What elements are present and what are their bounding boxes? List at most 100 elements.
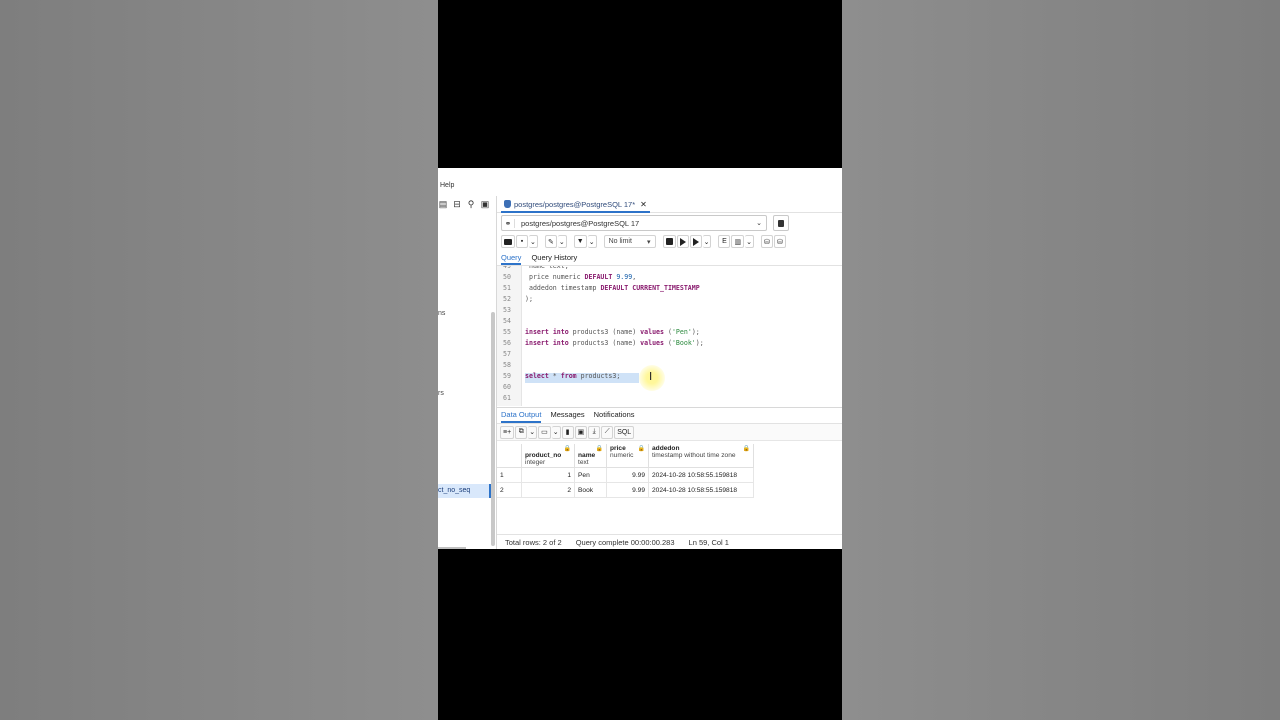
blurred-background-right: [842, 0, 1280, 720]
graph-icon: ⟋: [604, 428, 610, 435]
sql-button[interactable]: SQL: [614, 425, 635, 439]
row-number[interactable]: 1: [497, 467, 522, 483]
save-dropdown[interactable]: ⌄: [529, 235, 538, 248]
column-header-name[interactable]: 🔒 name text: [574, 444, 607, 468]
query-toolbar: ▪ ⌄ ✎ ⌄ ▼ ⌄ No limit ▾ ⌄ E ▥ ⌄ ⛁ ⛁: [501, 234, 786, 249]
download-button[interactable]: ⤓: [588, 425, 601, 439]
filter-icon: ▼: [576, 238, 584, 245]
lock-icon: 🔒: [742, 446, 750, 452]
browser-scrollbar[interactable]: [491, 312, 495, 546]
filter-rows-icon[interactable]: ⊟: [452, 199, 462, 209]
code-line[interactable]: select * from products3;: [525, 372, 620, 380]
row-limit-select[interactable]: No limit ▾: [603, 235, 656, 248]
rollback-button[interactable]: ⛁: [773, 235, 786, 248]
graph-button[interactable]: ⟋: [601, 425, 614, 439]
code-line[interactable]: insert into products3 (name) values ('Bo…: [525, 339, 704, 347]
chevron-down-icon: ⌄: [530, 238, 536, 246]
new-connection-button[interactable]: [773, 215, 789, 231]
row-number-header: [497, 444, 522, 468]
status-total-rows: Total rows: 2 of 2: [505, 538, 562, 547]
open-file-button[interactable]: [501, 235, 515, 248]
row-number[interactable]: 2: [497, 482, 522, 498]
code-line[interactable]: price numeric DEFAULT 9.99,: [525, 273, 636, 281]
chevron-down-icon: ⌄: [529, 429, 536, 436]
menu-help[interactable]: Help: [438, 182, 454, 194]
copy-button[interactable]: ⧉: [515, 425, 528, 439]
table-row[interactable]: 2 2 Book 9.99 2024-10-28 10:58:55.159818: [497, 482, 754, 498]
tab-data-output[interactable]: Data Output: [501, 408, 542, 423]
column-header-addedon[interactable]: 🔒 addedon timestamp without time zone: [648, 444, 754, 468]
text-cursor-icon: I: [649, 370, 653, 383]
close-icon[interactable]: ✕: [640, 200, 647, 209]
delete-button[interactable]: ▮: [561, 425, 574, 439]
psql-terminal-icon[interactable]: ▣: [480, 199, 490, 209]
sql-editor[interactable]: 49 name text, 50 price numeric DEFAULT 9.…: [497, 266, 842, 406]
connection-select[interactable]: ⚭ postgres/postgres@PostgreSQL 17 ⌄: [501, 215, 767, 231]
line-number: 50: [503, 273, 511, 281]
code-line[interactable]: insert into products3 (name) values ('Pe…: [525, 328, 700, 336]
tree-item[interactable]: ns: [438, 310, 445, 317]
execute-button[interactable]: [676, 235, 689, 248]
line-number: 54: [503, 317, 511, 325]
cell-product-no[interactable]: 1: [521, 467, 575, 483]
cell-name[interactable]: Book: [574, 482, 607, 498]
copy-dropdown[interactable]: ⌄: [528, 425, 538, 439]
tree-item[interactable]: rs: [438, 390, 444, 397]
save-icon: ▪: [520, 238, 524, 245]
tab-query-history[interactable]: Query History: [531, 252, 577, 265]
code-line[interactable]: name text,: [525, 266, 569, 270]
pencil-icon: ✎: [547, 238, 554, 246]
line-number: 52: [503, 295, 511, 303]
chevron-down-icon: ⌄: [558, 238, 565, 246]
line-number: 51: [503, 284, 511, 292]
execute-dropdown[interactable]: ⌄: [702, 235, 712, 248]
save-data-button[interactable]: ▣: [574, 425, 588, 439]
chart-icon: ▥: [734, 238, 742, 246]
browser-h-scrollbar[interactable]: [438, 547, 466, 549]
code-line[interactable]: );: [525, 295, 533, 303]
properties-icon[interactable]: ▤: [438, 199, 448, 209]
search-icon[interactable]: ⚲: [466, 199, 476, 209]
column-header-price[interactable]: 🔒 price numeric: [606, 444, 649, 468]
status-cursor-position: Ln 59, Col 1: [688, 538, 729, 547]
cell-addedon[interactable]: 2024-10-28 10:58:55.159818: [648, 482, 754, 498]
tab-query[interactable]: Query: [501, 252, 522, 265]
filter-button[interactable]: ▼: [573, 235, 587, 248]
cell-price[interactable]: 9.99: [606, 467, 649, 483]
line-number: 55: [503, 328, 511, 336]
filter-dropdown[interactable]: ⌄: [587, 235, 597, 248]
copy-icon: ⧉: [518, 428, 524, 435]
tab-messages[interactable]: Messages: [550, 408, 584, 423]
download-icon: ⤓: [592, 428, 596, 435]
edit-dropdown[interactable]: ⌄: [557, 235, 567, 248]
paste-dropdown[interactable]: ⌄: [551, 425, 561, 439]
chevron-down-icon: ⌄: [703, 238, 710, 246]
explain-button[interactable]: E: [718, 235, 731, 248]
table-row[interactable]: 1 1 Pen 9.99 2024-10-28 10:58:55.159818: [497, 467, 754, 483]
tab-notifications[interactable]: Notifications: [594, 408, 635, 423]
database-icon: [504, 200, 511, 208]
add-row-button[interactable]: ≡+: [500, 425, 515, 439]
explain-dropdown[interactable]: ⌄: [745, 235, 754, 248]
cell-price[interactable]: 9.99: [606, 482, 649, 498]
database-icon: [778, 219, 784, 227]
paste-button[interactable]: ▭: [538, 425, 551, 439]
column-header-product-no[interactable]: 🔒 product_no integer: [521, 444, 575, 468]
tab-query-tool[interactable]: postgres/postgres@PostgreSQL 17* ✕: [501, 197, 650, 213]
code-line[interactable]: addedon timestamp DEFAULT CURRENT_TIMEST…: [525, 284, 700, 292]
save-file-button[interactable]: ▪: [516, 235, 528, 248]
line-number: 57: [503, 350, 511, 358]
line-number: 49: [503, 266, 511, 270]
execute-script-button[interactable]: [689, 235, 702, 248]
explain-analyze-button[interactable]: ▥: [731, 235, 745, 248]
tree-item-selected[interactable]: ct_no_seq: [438, 484, 491, 498]
cell-product-no[interactable]: 2: [521, 482, 575, 498]
cell-addedon[interactable]: 2024-10-28 10:58:55.159818: [648, 467, 754, 483]
row-limit-label: No limit: [608, 238, 632, 245]
cell-name[interactable]: Pen: [574, 467, 607, 483]
commit-button[interactable]: ⛁: [760, 235, 773, 248]
chevron-down-icon: ⌄: [552, 429, 559, 436]
stop-button[interactable]: [662, 235, 676, 248]
chevron-down-icon: ⌄: [746, 238, 752, 246]
edit-button[interactable]: ✎: [544, 235, 557, 248]
